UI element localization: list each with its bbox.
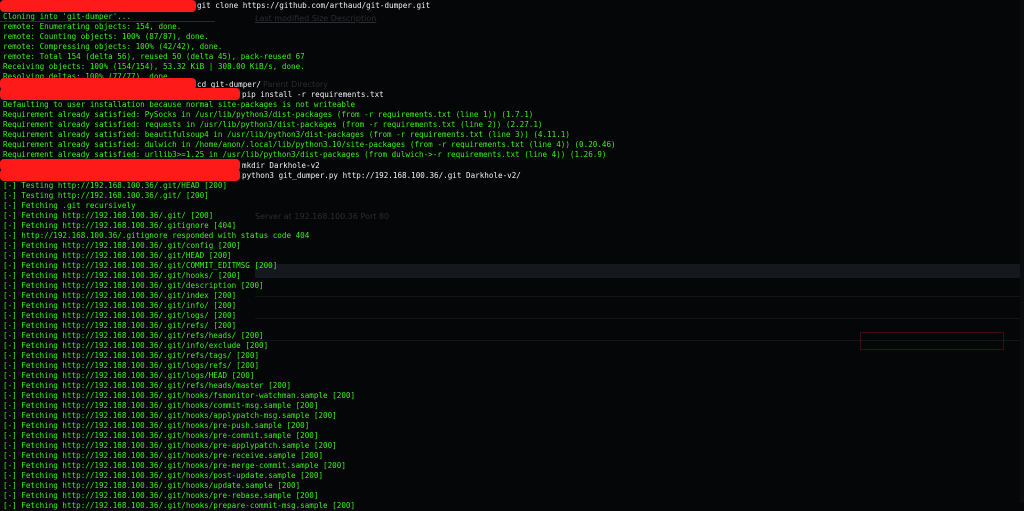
terminal-output-line: [-] http://192.168.100.36/.gitignore res…: [3, 231, 310, 240]
terminal-output-line: [-] Fetching http://192.168.100.36/.git/…: [3, 401, 319, 410]
redacted-prompt: [0, 0, 196, 12]
terminal-output-line: [-] Fetching http://192.168.100.36/.git/…: [3, 421, 310, 430]
terminal-output-line: [-] Fetching http://192.168.100.36/.git/…: [3, 381, 292, 390]
terminal-output-line: [-] Fetching http://192.168.100.36/.git/…: [3, 391, 356, 400]
terminal-output-line: [-] Fetching http://192.168.100.36/.git/…: [3, 441, 337, 450]
terminal-output-line: remote: Counting objects: 100% (87/87), …: [3, 32, 209, 41]
terminal-output-line: [-] Fetching http://192.168.100.36/.git/…: [3, 331, 264, 340]
terminal-output-line: [-] Fetching .git recursively: [3, 201, 136, 210]
terminal-output-line: [-] Fetching http://192.168.100.36/.git/…: [3, 341, 269, 350]
redacted-prompt: [0, 88, 240, 100]
terminal-output-line: [-] Fetching http://192.168.100.36/.git/…: [3, 491, 319, 500]
terminal-output-line: [-] Fetching http://192.168.100.36/.git/…: [3, 211, 214, 220]
terminal-output-line: Receiving objects: 100% (154/154), 53.32…: [3, 62, 305, 71]
terminal-output-line: [-] Testing http://192.168.100.36/.git/ …: [3, 191, 209, 200]
terminal-output-line: [-] Fetching http://192.168.100.36/.git/…: [3, 271, 241, 280]
terminal-output-line: [-] Fetching http://192.168.100.36/.git/…: [3, 371, 255, 380]
terminal-output-line: [-] Fetching http://192.168.100.36/.git/…: [3, 241, 241, 250]
terminal-output-line: [-] Fetching http://192.168.100.36/.git/…: [3, 321, 237, 330]
terminal-output-line: [-] Fetching http://192.168.100.36/.git/…: [3, 451, 324, 460]
terminal-output-line: Requirement already satisfied: beautiful…: [3, 130, 570, 139]
redacted-prompt: [0, 169, 240, 181]
terminal-output-line: remote: Enumerating objects: 154, done.: [3, 22, 182, 31]
terminal-command: python3 git_dumper.py http://192.168.100…: [242, 171, 521, 180]
terminal-output-line: Defaulting to user installation because …: [3, 100, 356, 109]
terminal-output-line: [-] Fetching http://192.168.100.36/.giti…: [3, 221, 237, 230]
terminal-output-line: Cloning into 'git-dumper'...: [3, 12, 132, 21]
terminal-output-line: [-] Fetching http://192.168.100.36/.git/…: [3, 291, 237, 300]
terminal-command: mkdir Darkhole-v2: [242, 161, 320, 170]
terminal-output-line: Requirement already satisfied: PySocks i…: [3, 110, 534, 119]
terminal-output-line: [-] Fetching http://192.168.100.36/.git/…: [3, 471, 324, 480]
terminal-output-line: [-] Testing http://192.168.100.36/.git/H…: [3, 181, 228, 190]
terminal-command: git clone https://github.com/arthaud/git…: [197, 1, 431, 10]
terminal-output-line: [-] Fetching http://192.168.100.36/.git/…: [3, 311, 237, 320]
terminal-scrollbar[interactable]: [1020, 0, 1024, 503]
terminal-output-line: remote: Compressing objects: 100% (42/42…: [3, 42, 223, 51]
terminal-output-line: Requirement already satisfied: requests …: [3, 120, 543, 129]
terminal-output-line: [-] Fetching http://192.168.100.36/.git/…: [3, 351, 260, 360]
terminal-command: pip install -r requirements.txt: [242, 90, 384, 99]
terminal-output-line: [-] Fetching http://192.168.100.36/.git/…: [3, 481, 301, 490]
terminal-output-line: [-] Fetching http://192.168.100.36/.git/…: [3, 361, 260, 370]
terminal-output-line: [-] Fetching http://192.168.100.36/.git/…: [3, 301, 237, 310]
terminal-output-line: Requirement already satisfied: dulwich i…: [3, 140, 616, 149]
terminal-window[interactable]: git clone https://github.com/arthaud/git…: [0, 0, 1024, 510]
terminal-output-line: [-] Fetching http://192.168.100.36/.git/…: [3, 411, 337, 420]
terminal-output-line: [-] Fetching http://192.168.100.36/.git/…: [3, 431, 319, 440]
terminal-output-line: [-] Fetching http://192.168.100.36/.git/…: [3, 461, 346, 470]
terminal-output-line: [-] Fetching http://192.168.100.36/.git/…: [3, 261, 278, 270]
terminal-output-line: [-] Fetching http://192.168.100.36/.git/…: [3, 251, 232, 260]
terminal-output-line: [-] Fetching http://192.168.100.36/.git/…: [3, 281, 264, 290]
terminal-output-line: remote: Total 154 (delta 56), reused 50 …: [3, 52, 305, 61]
